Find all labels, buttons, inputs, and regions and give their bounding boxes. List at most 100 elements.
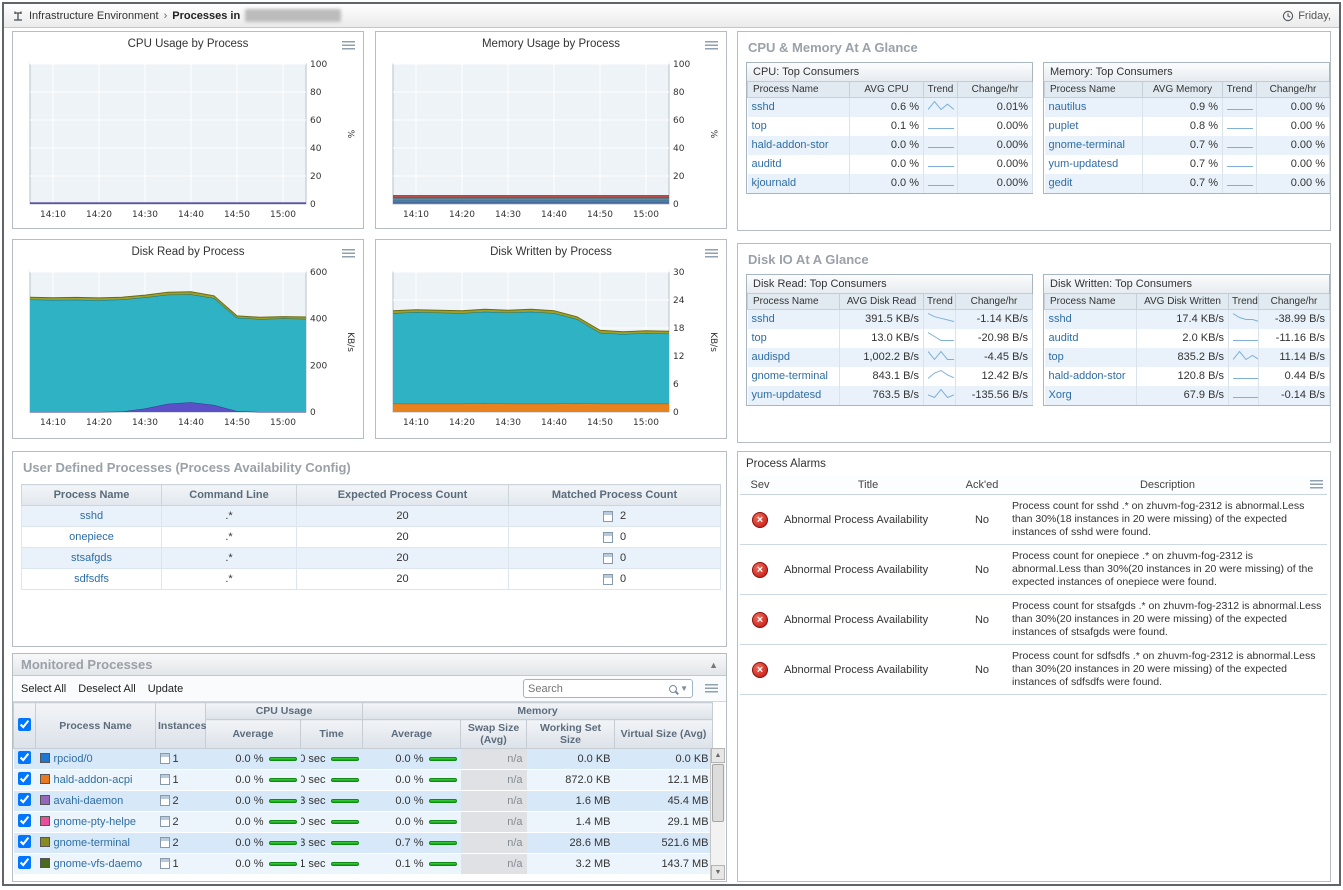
process-link[interactable]: sdfsdfs bbox=[74, 573, 109, 585]
process-link[interactable]: yum-updatesd bbox=[752, 389, 822, 401]
scroll-up-button[interactable]: ▲ bbox=[711, 748, 725, 763]
deselect-all-button[interactable]: Deselect All bbox=[78, 683, 135, 695]
column-header[interactable]: Process Name bbox=[36, 703, 156, 749]
column-header[interactable]: Trend bbox=[1229, 294, 1259, 310]
process-list-icon[interactable] bbox=[603, 553, 613, 564]
time-range-display[interactable]: Friday, bbox=[1282, 10, 1331, 22]
column-header[interactable]: Average bbox=[206, 720, 301, 749]
header-checkbox[interactable] bbox=[18, 718, 31, 731]
process-list-icon[interactable] bbox=[603, 511, 613, 522]
process-list-icon[interactable] bbox=[603, 532, 613, 543]
instances-icon[interactable] bbox=[160, 774, 170, 785]
process-link[interactable]: gnome-vfs-daemo bbox=[54, 858, 143, 870]
column-header[interactable]: Swap Size (Avg) bbox=[461, 720, 527, 749]
column-header[interactable]: Average bbox=[363, 720, 461, 749]
process-link[interactable]: nautilus bbox=[1049, 101, 1087, 113]
column-header[interactable]: Process Name bbox=[748, 294, 840, 310]
process-link[interactable]: top bbox=[752, 120, 767, 132]
process-link[interactable]: hald-addon-stor bbox=[1049, 370, 1126, 382]
column-header[interactable]: Change/hr bbox=[1259, 294, 1330, 310]
process-link[interactable]: rpciod/0 bbox=[54, 753, 93, 765]
process-link[interactable]: gnome-terminal bbox=[752, 370, 828, 382]
column-header[interactable]: Description bbox=[1008, 476, 1327, 495]
process-link[interactable]: top bbox=[1049, 351, 1064, 363]
process-link[interactable]: auditd bbox=[1049, 332, 1079, 344]
process-link[interactable]: sshd bbox=[752, 313, 775, 325]
process-link[interactable]: sshd bbox=[752, 101, 775, 113]
column-header[interactable]: Process Name bbox=[1045, 294, 1137, 310]
column-header[interactable]: Change/hr bbox=[956, 294, 1033, 310]
process-link[interactable]: sshd bbox=[1049, 313, 1072, 325]
chart-menu-icon[interactable] bbox=[705, 41, 718, 51]
collapse-panel-icon[interactable]: ▲ bbox=[709, 660, 718, 670]
instances-icon[interactable] bbox=[160, 837, 170, 848]
instances-icon[interactable] bbox=[160, 753, 170, 764]
chart-menu-icon[interactable] bbox=[342, 249, 355, 259]
table-menu-icon[interactable] bbox=[1310, 480, 1323, 490]
row-checkbox[interactable] bbox=[18, 751, 31, 764]
column-header[interactable]: Trend bbox=[1223, 82, 1257, 98]
process-link[interactable]: gnome-terminal bbox=[1049, 139, 1125, 151]
column-header[interactable]: Title bbox=[780, 476, 956, 495]
critical-severity-icon[interactable]: × bbox=[752, 562, 768, 578]
process-link[interactable]: puplet bbox=[1049, 120, 1079, 132]
instances-icon[interactable] bbox=[160, 795, 170, 806]
process-link[interactable]: gnome-terminal bbox=[54, 837, 130, 849]
search-options-dropdown-icon[interactable]: ▼ bbox=[680, 684, 688, 693]
column-header[interactable]: AVG Disk Read bbox=[840, 294, 924, 310]
column-header[interactable]: AVG CPU bbox=[850, 82, 924, 98]
column-header[interactable]: Ack'ed bbox=[956, 476, 1008, 495]
process-link[interactable]: audispd bbox=[752, 351, 791, 363]
process-link[interactable]: gnome-pty-helpe bbox=[54, 816, 137, 828]
critical-severity-icon[interactable]: × bbox=[752, 662, 768, 678]
column-header[interactable]: Working Set Size bbox=[527, 720, 615, 749]
column-header[interactable]: Time bbox=[301, 720, 363, 749]
search-input[interactable] bbox=[528, 683, 666, 695]
process-link[interactable]: onepiece bbox=[69, 531, 114, 543]
column-header[interactable]: Change/hr bbox=[1257, 82, 1330, 98]
column-header[interactable]: Command Line bbox=[162, 485, 297, 506]
column-header[interactable]: Sev bbox=[740, 476, 780, 495]
instances-icon[interactable] bbox=[160, 816, 170, 827]
process-link[interactable]: sshd bbox=[80, 510, 103, 522]
process-link[interactable]: gedit bbox=[1049, 177, 1073, 189]
chart-menu-icon[interactable] bbox=[705, 249, 718, 259]
critical-severity-icon[interactable]: × bbox=[752, 512, 768, 528]
critical-severity-icon[interactable]: × bbox=[752, 612, 768, 628]
process-link[interactable]: stsafgds bbox=[71, 552, 112, 564]
row-checkbox[interactable] bbox=[18, 772, 31, 785]
row-checkbox[interactable] bbox=[18, 856, 31, 869]
process-link[interactable]: top bbox=[752, 332, 767, 344]
column-header[interactable]: Virtual Size (Avg) bbox=[615, 720, 713, 749]
row-checkbox[interactable] bbox=[18, 814, 31, 827]
chart-menu-icon[interactable] bbox=[342, 41, 355, 51]
process-link[interactable]: auditd bbox=[752, 158, 782, 170]
row-checkbox[interactable] bbox=[18, 835, 31, 848]
breadcrumb-root-link[interactable]: Infrastructure Environment bbox=[29, 10, 159, 22]
select-all-button[interactable]: Select All bbox=[21, 683, 66, 695]
search-icon[interactable] bbox=[669, 685, 677, 693]
process-link[interactable]: yum-updatesd bbox=[1049, 158, 1119, 170]
table-menu-icon[interactable] bbox=[705, 684, 718, 694]
column-header[interactable]: Process Name bbox=[22, 485, 162, 506]
column-header[interactable]: AVG Disk Written bbox=[1137, 294, 1229, 310]
column-header[interactable]: Expected Process Count bbox=[297, 485, 509, 506]
column-header[interactable]: Trend bbox=[924, 294, 956, 310]
column-header[interactable]: Change/hr bbox=[958, 82, 1033, 98]
column-header[interactable]: Process Name bbox=[748, 82, 850, 98]
process-link[interactable]: Xorg bbox=[1049, 389, 1072, 401]
vertical-scrollbar[interactable]: ▲ ▼ bbox=[710, 748, 725, 880]
column-header[interactable]: Instances bbox=[156, 703, 206, 749]
process-link[interactable]: avahi-daemon bbox=[54, 795, 124, 807]
scrollbar-thumb[interactable] bbox=[712, 764, 724, 822]
column-header[interactable]: Trend bbox=[924, 82, 958, 98]
row-checkbox[interactable] bbox=[18, 793, 31, 806]
instances-icon[interactable] bbox=[160, 858, 170, 869]
column-header[interactable]: AVG Memory bbox=[1143, 82, 1223, 98]
scroll-down-button[interactable]: ▼ bbox=[711, 865, 725, 880]
process-link[interactable]: kjournald bbox=[752, 177, 797, 189]
column-header[interactable]: Matched Process Count bbox=[509, 485, 721, 506]
process-list-icon[interactable] bbox=[603, 574, 613, 585]
process-link[interactable]: hald-addon-stor bbox=[752, 139, 829, 151]
column-header[interactable]: Process Name bbox=[1045, 82, 1143, 98]
